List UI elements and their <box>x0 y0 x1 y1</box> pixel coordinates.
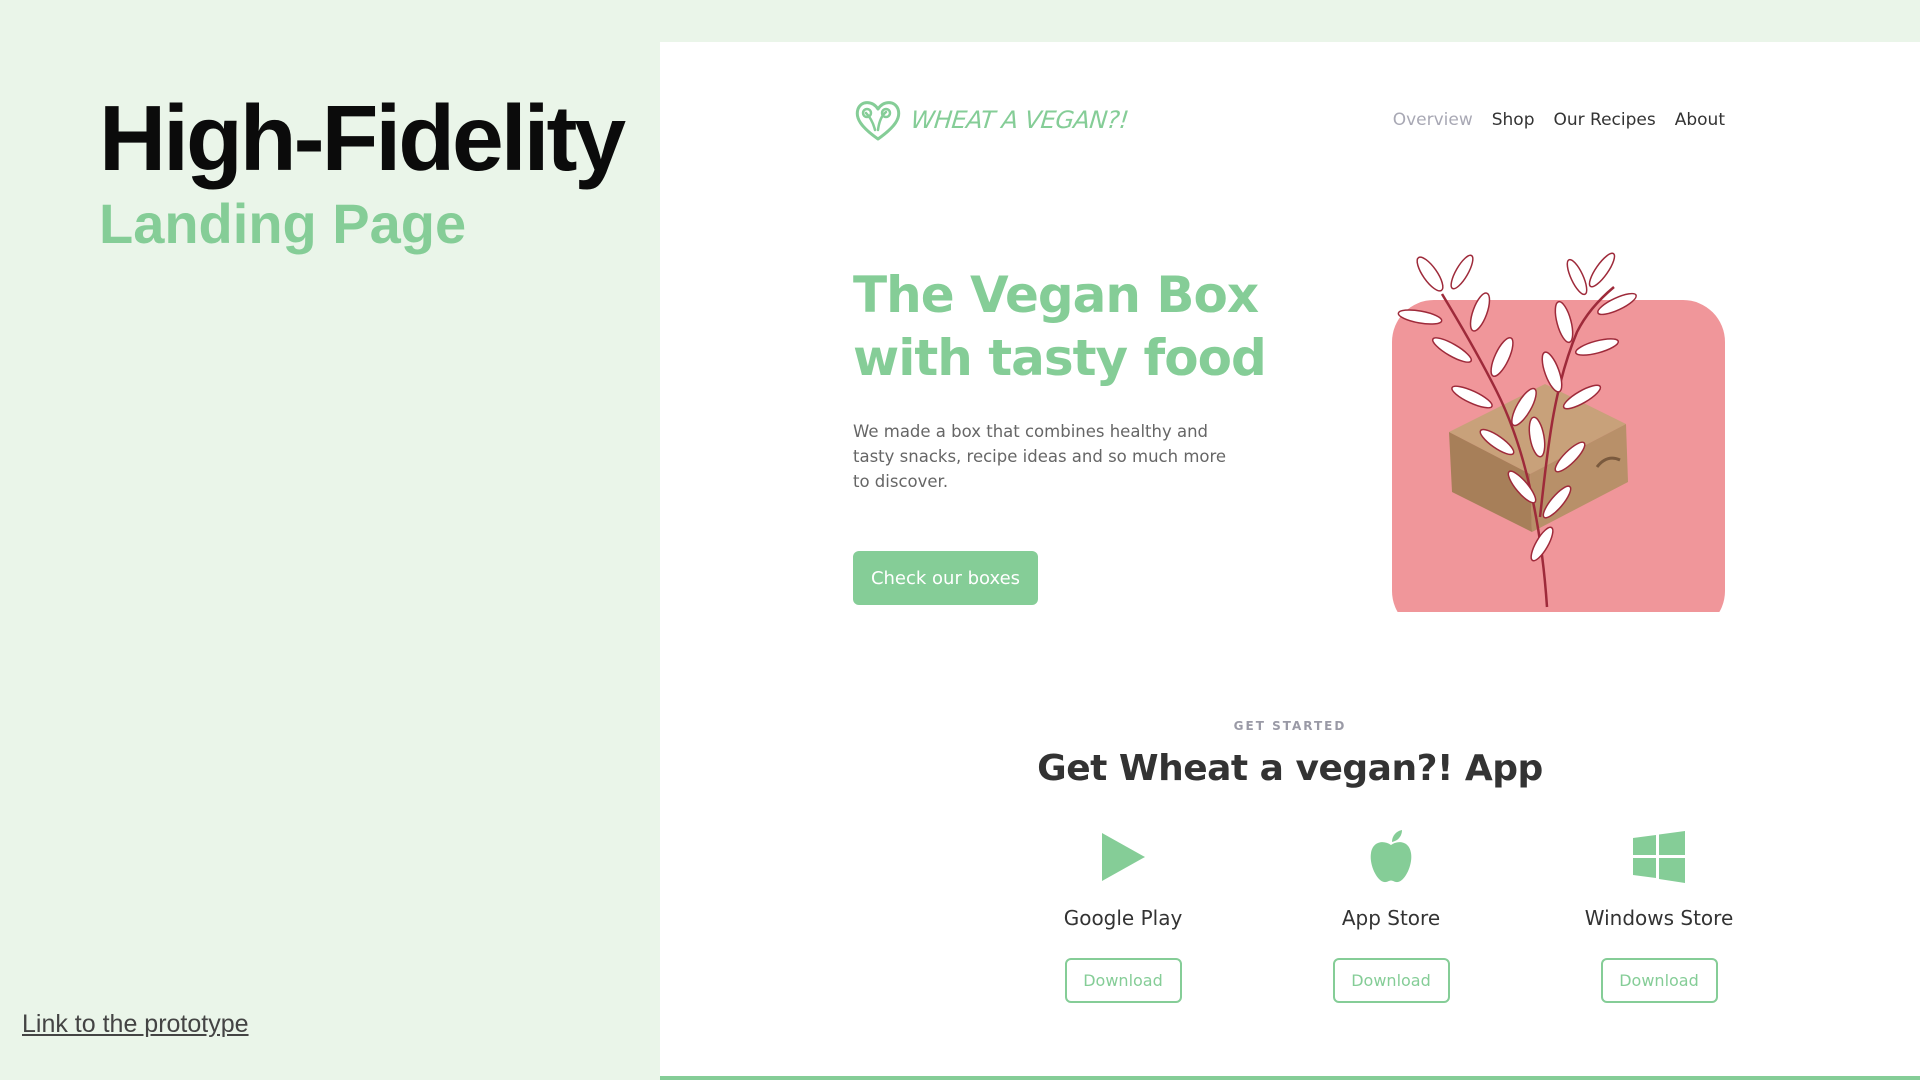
download-google-play-button[interactable]: Download <box>1064 958 1182 1003</box>
hero-description: We made a box that combines healthy and … <box>853 422 1227 491</box>
footer-accent-bar <box>660 1076 1920 1080</box>
store-windows-store: Windows Store Download <box>1549 827 1769 1003</box>
download-windows-store-button[interactable]: Download <box>1600 958 1718 1003</box>
slide-title: High-Fidelity <box>99 86 626 190</box>
hero-title-line-2: with tasty food <box>853 329 1267 387</box>
windows-icon <box>1633 831 1685 883</box>
app-section-title: Get Wheat a vegan?! App <box>1037 748 1543 789</box>
brand-name: WHEAT A VEGAN?! <box>909 106 1130 134</box>
store-name: App Store <box>1341 906 1441 930</box>
landing-page-mockup: WHEAT A VEGAN?! Overview Shop Our Recipe… <box>660 42 1920 1080</box>
store-name: Windows Store <box>1584 906 1734 930</box>
prototype-link[interactable]: Link to the prototype <box>22 1010 249 1039</box>
nav-item-our-recipes[interactable]: Our Recipes <box>1554 110 1656 130</box>
vegan-box-illustration <box>1392 252 1725 612</box>
store-google-play: Google Play Download <box>1013 827 1233 1003</box>
nav-item-shop[interactable]: Shop <box>1492 110 1535 130</box>
main-nav: Overview Shop Our Recipes About <box>1393 110 1725 130</box>
hero-title: The Vegan Box with tasty food <box>853 264 1293 390</box>
check-boxes-button[interactable]: Check our boxes <box>853 551 1038 605</box>
nav-item-about[interactable]: About <box>1675 110 1725 130</box>
play-icon <box>1102 833 1145 881</box>
brand-logo[interactable]: WHEAT A VEGAN?! <box>853 98 1130 142</box>
get-started-eyebrow: GET STARTED <box>1233 719 1347 733</box>
store-name: Google Play <box>1063 906 1183 930</box>
nav-item-overview[interactable]: Overview <box>1393 110 1473 130</box>
store-app-store: App Store Download <box>1281 827 1501 1003</box>
hero-title-line-1: The Vegan Box <box>853 266 1259 324</box>
heart-sprout-logo-icon <box>855 101 901 141</box>
slide-subtitle: Landing Page <box>99 192 467 255</box>
download-app-store-button[interactable]: Download <box>1332 958 1450 1003</box>
apple-icon <box>1370 830 1412 883</box>
